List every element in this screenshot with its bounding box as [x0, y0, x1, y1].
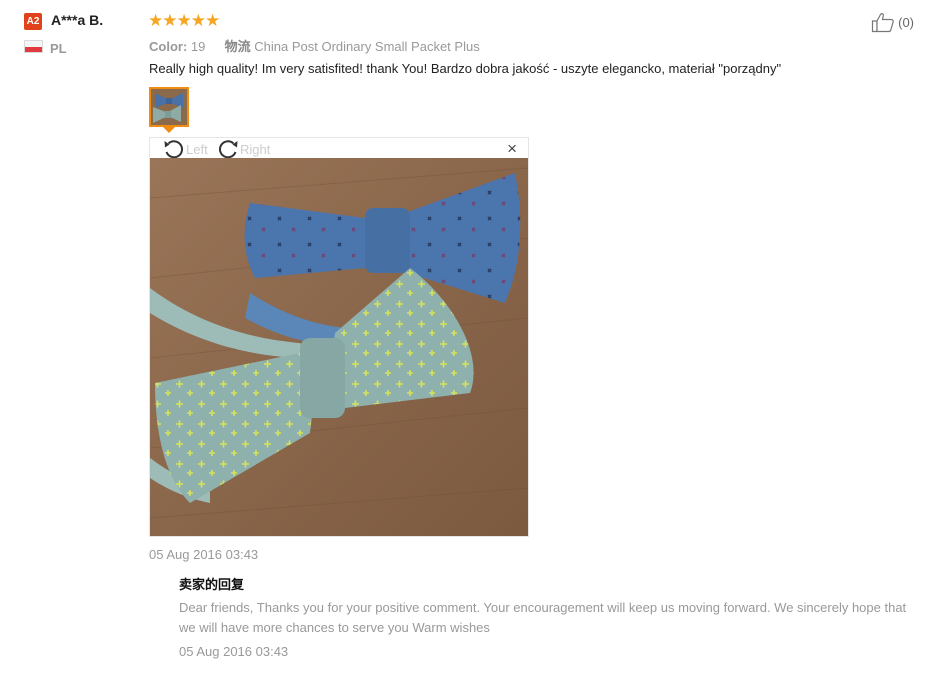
- photo-viewer: Left Right ×: [149, 137, 529, 537]
- buyer-level-badge: A2: [24, 13, 42, 30]
- close-icon: ×: [507, 139, 517, 158]
- thumbnail-image: [151, 89, 187, 125]
- rotate-right-label: Right: [240, 141, 271, 157]
- close-viewer-button[interactable]: ×: [507, 139, 517, 159]
- country-flag-icon: [24, 40, 43, 53]
- order-meta: Color: 19 物流 China Post Ordinary Small P…: [149, 36, 480, 55]
- review-photo-thumbnail[interactable]: [149, 87, 189, 127]
- review-photo: [150, 158, 528, 536]
- rotate-left-icon: [164, 140, 184, 159]
- rotate-right-button[interactable]: Right: [216, 138, 270, 160]
- review-date: 05 Aug 2016 03:43: [149, 547, 259, 562]
- helpful-button[interactable]: (0): [871, 12, 914, 33]
- seller-reply-title: 卖家的回复: [179, 578, 245, 593]
- rotate-left-button[interactable]: Left: [162, 138, 208, 160]
- logistics-label: 物流: [224, 39, 251, 54]
- star-rating: ★★★★★: [148, 11, 220, 30]
- helpful-count: (0): [898, 15, 914, 30]
- viewer-toolbar: Left Right ×: [150, 138, 528, 159]
- reviewer-name: A***a B.: [51, 12, 104, 28]
- color-label: Color:: [149, 39, 188, 54]
- seller-reply-date: 05 Aug 2016 03:43: [179, 644, 289, 659]
- seller-reply-text: Dear friends, Thanks you for your positi…: [179, 600, 907, 635]
- logistics-value: China Post Ordinary Small Packet Plus: [254, 39, 480, 54]
- rotate-right-icon: [218, 140, 238, 159]
- reviewer-country: PL: [50, 41, 67, 56]
- rotate-left-label: Left: [186, 141, 208, 157]
- color-value: 19: [190, 39, 206, 54]
- review-text: Really high quality! Im very satisfited!…: [149, 61, 782, 76]
- thumbs-up-icon: [872, 13, 894, 33]
- thumbnail-pointer: [163, 127, 175, 133]
